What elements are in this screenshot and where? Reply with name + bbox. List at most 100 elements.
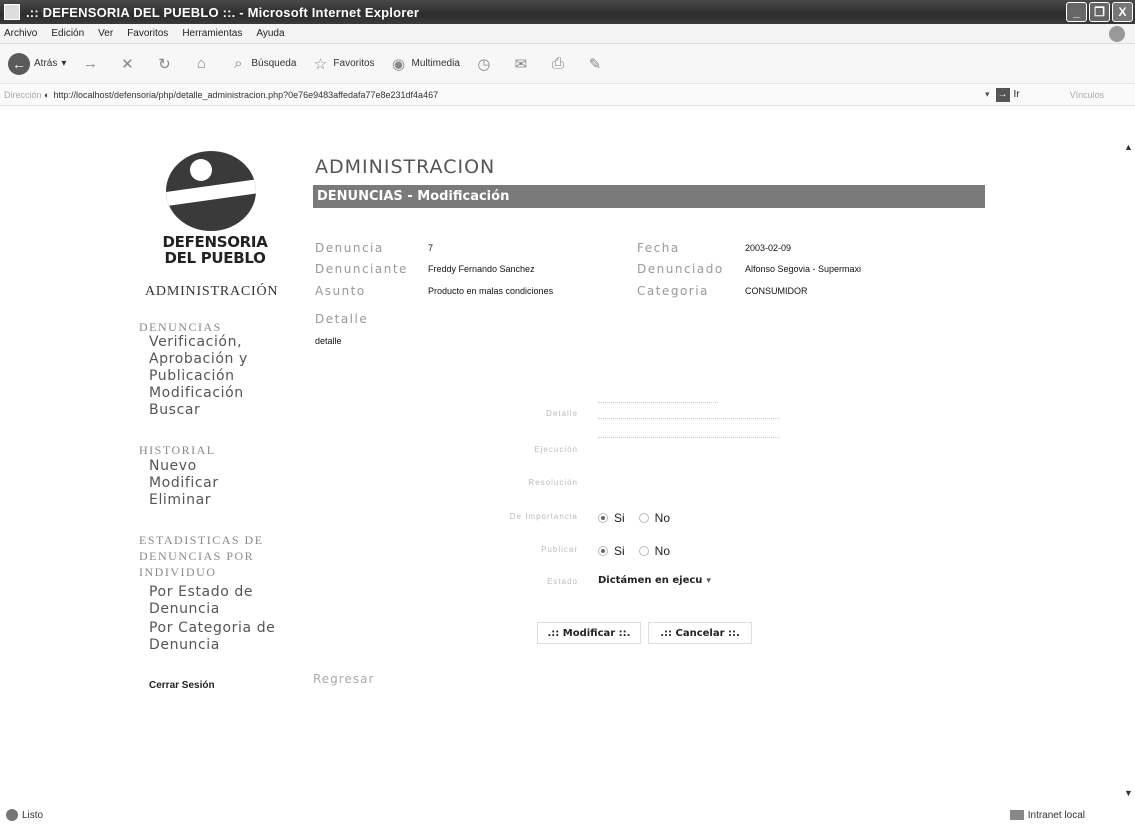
back-arrow-icon: ← (8, 52, 30, 75)
vertical-scrollbar[interactable]: ▲ ▼ (1122, 140, 1135, 800)
address-label: Dirección (4, 89, 42, 100)
sidebar-item-buscar[interactable]: Buscar (149, 402, 200, 419)
form-publicar-label: Publicar (541, 545, 578, 554)
refresh-button[interactable]: ↻ (154, 54, 177, 74)
logo-band-shape (166, 176, 256, 208)
sidebar-item-modificacion[interactable]: Modificación (149, 385, 244, 402)
security-zone: Intranet local (1009, 809, 1085, 821)
favorites-button[interactable]: ☆ Favoritos (310, 54, 375, 74)
url-text: http://localhost/defensoria/php/detalle_… (53, 89, 439, 100)
home-icon: ⌂ (196, 55, 206, 72)
print-icon: ⎙ (551, 55, 564, 72)
importancia-si-radio[interactable] (598, 513, 608, 523)
ie-app-icon (4, 4, 20, 20)
cancel-button[interactable]: .:: Cancelar ::. (648, 622, 752, 644)
maximize-button[interactable]: ❐ (1089, 2, 1110, 22)
page-status-icon (6, 809, 18, 821)
search-label: Búsqueda (251, 58, 297, 69)
edit-button[interactable]: ✎ (585, 54, 608, 74)
sidebar-item-modificar[interactable]: Modificar (149, 475, 219, 492)
denunciante-label: Denunciante (315, 262, 408, 276)
section-header: DENUNCIAS - Modificación (313, 185, 985, 208)
sidebar-item-publicacion[interactable]: Publicación (149, 368, 235, 385)
chevron-down-icon: ▾ (706, 575, 711, 586)
logo-text: DEFENSORIA DEL PUEBLO (160, 234, 270, 266)
print-button[interactable]: ⎙ (548, 54, 571, 74)
menu-herramientas[interactable]: Herramientas (182, 28, 242, 39)
form-resolucion-label: Resolución (528, 478, 578, 487)
publicar-si-radio[interactable] (598, 546, 608, 556)
window-title-bar: .:: DEFENSORIA DEL PUEBLO ::. - Microsof… (0, 0, 1135, 24)
edit-icon: ✎ (588, 55, 602, 73)
logout-link[interactable]: Cerrar Sesión (149, 680, 215, 691)
mail-button[interactable]: ✉ (511, 54, 534, 74)
url-field[interactable]: ◐ http://localhost/defensoria/php/detall… (40, 86, 985, 104)
asunto-label: Asunto (315, 284, 366, 298)
forward-button[interactable]: → (80, 54, 103, 74)
minimize-button[interactable]: _ (1066, 2, 1087, 22)
sidebar-item-verificacion[interactable]: Verificación, (149, 334, 242, 351)
publicar-no-radio[interactable] (638, 546, 649, 556)
zone-text: Intranet local (1027, 809, 1085, 821)
importancia-no-label: No (654, 511, 671, 525)
back-button[interactable]: ← Atrás ▾ (8, 52, 67, 75)
ejecucion-textarea[interactable] (598, 437, 780, 438)
sidebar-item-aprobacion[interactable]: Aprobación y (149, 351, 248, 368)
page-icon: ◐ (44, 89, 50, 100)
menu-edicion[interactable]: Edición (51, 28, 84, 39)
detalle-textarea[interactable] (598, 402, 718, 403)
home-button[interactable]: ⌂ (191, 54, 214, 74)
menu-ver[interactable]: Ver (98, 28, 113, 39)
refresh-icon: ↻ (158, 55, 171, 73)
detalle-value: detalle (315, 336, 342, 346)
sidebar-item-eliminar[interactable]: Eliminar (149, 492, 211, 509)
publicar-radio-group: Si No (598, 544, 684, 558)
menu-ayuda[interactable]: Ayuda (256, 28, 284, 39)
menu-favoritos[interactable]: Favoritos (127, 28, 168, 39)
stop-button[interactable]: ✕ (117, 54, 140, 74)
detalle-textarea-line[interactable] (598, 418, 780, 419)
sidebar-item-por-categoria[interactable]: Por Categoria de (149, 620, 275, 637)
history-icon: ◷ (477, 55, 491, 73)
status-text: Listo (22, 809, 44, 821)
history-button[interactable]: ◷ (474, 54, 497, 74)
go-button[interactable]: → Ir (995, 87, 1020, 102)
menu-archivo[interactable]: Archivo (4, 28, 37, 39)
estado-select-value: Dictámen en ejecu (598, 575, 703, 586)
stop-icon: ✕ (121, 55, 134, 73)
publicar-si-label: Si (614, 544, 625, 558)
form-ejecucion-label: Ejecución (534, 445, 578, 454)
scroll-down-icon[interactable]: ▼ (1124, 788, 1133, 798)
intranet-icon (1009, 810, 1024, 820)
go-arrow-icon: → (995, 87, 1010, 102)
denunciado-value: Alfonso Segovia - Supermaxi (745, 264, 862, 274)
importancia-radio-group: Si No (598, 511, 684, 525)
sidebar-item-por-categoria-denuncia[interactable]: Denuncia (149, 637, 220, 654)
modify-button[interactable]: .:: Modificar ::. (537, 622, 641, 644)
importancia-si-label: Si (614, 511, 625, 525)
sidebar-head-estadisticas-3: INDIVIDUO (139, 565, 217, 579)
sidebar-head-historial: HISTORIAL (139, 443, 216, 457)
fecha-value: 2003-02-09 (745, 243, 792, 253)
search-button[interactable]: ⌕ Búsqueda (228, 54, 296, 74)
logo-head-shape (190, 159, 212, 181)
sidebar-item-nuevo[interactable]: Nuevo (149, 458, 197, 475)
back-link[interactable]: Regresar (313, 672, 374, 686)
logo-line-2: DEL PUEBLO (164, 249, 266, 267)
detalle-label: Detalle (315, 312, 369, 326)
sidebar-item-por-estado[interactable]: Por Estado de (149, 584, 253, 601)
media-button[interactable]: ◉ Multimedia (389, 54, 460, 74)
fecha-label: Fecha (637, 241, 680, 255)
chevron-down-icon: ▾ (61, 58, 67, 69)
address-dropdown-icon[interactable]: ▾ (985, 89, 990, 100)
toolbar: ← Atrás ▾ → ✕ ↻ ⌂ ⌕ Búsqueda ☆ Favoritos… (0, 44, 1135, 84)
links-label[interactable]: Vínculos (1070, 90, 1105, 100)
close-button[interactable]: X (1112, 2, 1133, 22)
denunciante-value: Freddy Fernando Sanchez (428, 264, 535, 274)
estado-select[interactable]: Dictámen en ejecu ▾ (598, 575, 711, 586)
sidebar-item-por-estado-denuncia[interactable]: Denuncia (149, 601, 220, 618)
importancia-no-radio[interactable] (638, 513, 649, 523)
star-icon: ☆ (313, 55, 328, 73)
form-estado-label: Estado (547, 577, 578, 586)
scroll-up-icon[interactable]: ▲ (1124, 142, 1133, 152)
